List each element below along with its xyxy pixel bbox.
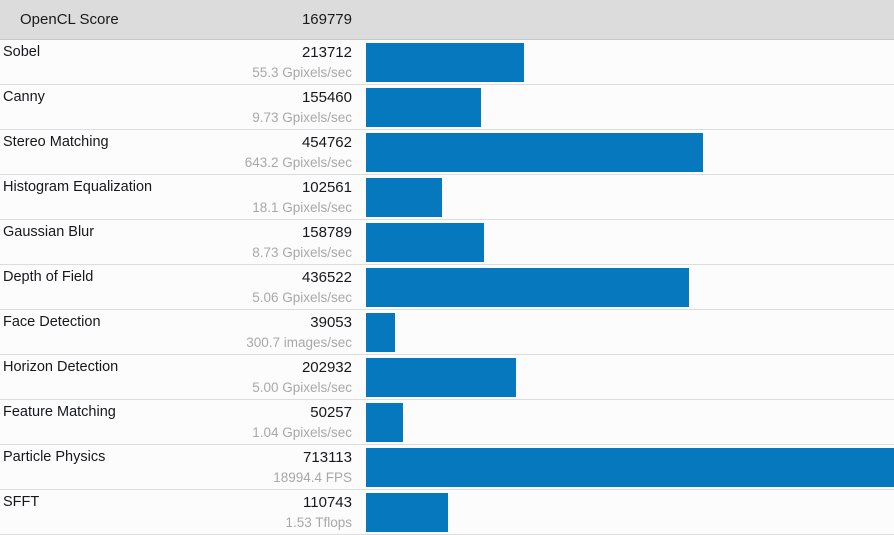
benchmark-row-list: Sobel 213712 55.3 Gpixels/sec Canny 155460 9.… (0, 40, 894, 535)
results-header-row: OpenCL Score 169779 (0, 0, 894, 40)
score-bar-track (366, 43, 894, 82)
benchmark-rate-value: 5.06 Gpixels/sec (252, 290, 352, 305)
score-bar (366, 133, 703, 172)
score-bar (366, 43, 524, 82)
table-row[interactable]: SFFT 110743 1.53 Tflops (0, 490, 894, 535)
benchmark-score-value: 39053 (310, 314, 352, 331)
benchmark-rate-value: 55.3 Gpixels/sec (252, 65, 352, 80)
benchmark-score-value: 213712 (301, 44, 352, 61)
benchmark-rate-value: 5.00 Gpixels/sec (252, 380, 352, 395)
score-bar-track (366, 223, 894, 262)
score-bar (366, 493, 448, 532)
score-bar (366, 403, 403, 442)
score-bar-track (366, 403, 894, 442)
score-bar (366, 88, 481, 127)
score-bar (366, 448, 894, 487)
benchmark-rate-value: 9.73 Gpixels/sec (252, 110, 352, 125)
benchmark-score-value: 50257 (310, 404, 352, 421)
score-bar-track (366, 88, 894, 127)
score-bar (366, 178, 442, 217)
benchmark-rate-value: 1.04 Gpixels/sec (252, 425, 352, 440)
benchmark-score-value: 110743 (303, 494, 352, 511)
benchmark-results-table: OpenCL Score 169779 Sobel 213712 55.3 Gpix… (0, 0, 894, 535)
score-bar (366, 268, 689, 307)
benchmark-rate-value: 300.7 images/sec (246, 335, 352, 350)
benchmark-score-value: 158789 (301, 224, 352, 241)
benchmark-score-value: 454762 (301, 134, 352, 151)
benchmark-score-value: 202932 (301, 359, 352, 376)
benchmark-score-value: 436522 (301, 269, 352, 286)
table-row[interactable]: Horizon Detection 202932 5.00 Gpixels/sec (0, 355, 894, 400)
score-bar-track (366, 268, 894, 307)
score-bar (366, 358, 516, 397)
score-bar (366, 223, 484, 262)
table-row[interactable]: Feature Matching 50257 1.04 Gpixels/sec (0, 400, 894, 445)
score-bar-track (366, 358, 894, 397)
table-row[interactable]: Depth of Field 436522 5.06 Gpixels/sec (0, 265, 894, 310)
score-bar-track (366, 448, 894, 487)
score-bar-track (366, 313, 894, 352)
score-bar-track (366, 493, 894, 532)
table-row[interactable]: Sobel 213712 55.3 Gpixels/sec (0, 40, 894, 85)
benchmark-rate-value: 18994.4 FPS (273, 470, 352, 485)
score-bar-track (366, 178, 894, 217)
overall-score-value: 169779 (301, 11, 352, 28)
table-row[interactable]: Face Detection 39053 300.7 images/sec (0, 310, 894, 355)
benchmark-score-value: 102561 (301, 179, 352, 196)
score-bar-track (366, 133, 894, 172)
benchmark-rate-value: 643.2 Gpixels/sec (244, 155, 352, 170)
score-bar (366, 313, 395, 352)
benchmark-rate-value: 1.53 Tflops (285, 515, 352, 530)
benchmark-score-value: 713113 (303, 449, 352, 466)
table-row[interactable]: Canny 155460 9.73 Gpixels/sec (0, 85, 894, 130)
table-row[interactable]: Gaussian Blur 158789 8.73 Gpixels/sec (0, 220, 894, 265)
table-row[interactable]: Stereo Matching 454762 643.2 Gpixels/sec (0, 130, 894, 175)
table-row[interactable]: Particle Physics 713113 18994.4 FPS (0, 445, 894, 490)
table-row[interactable]: Histogram Equalization 102561 18.1 Gpixels… (0, 175, 894, 220)
benchmark-rate-value: 8.73 Gpixels/sec (252, 245, 352, 260)
benchmark-score-value: 155460 (301, 89, 352, 106)
benchmark-rate-value: 18.1 Gpixels/sec (252, 200, 352, 215)
